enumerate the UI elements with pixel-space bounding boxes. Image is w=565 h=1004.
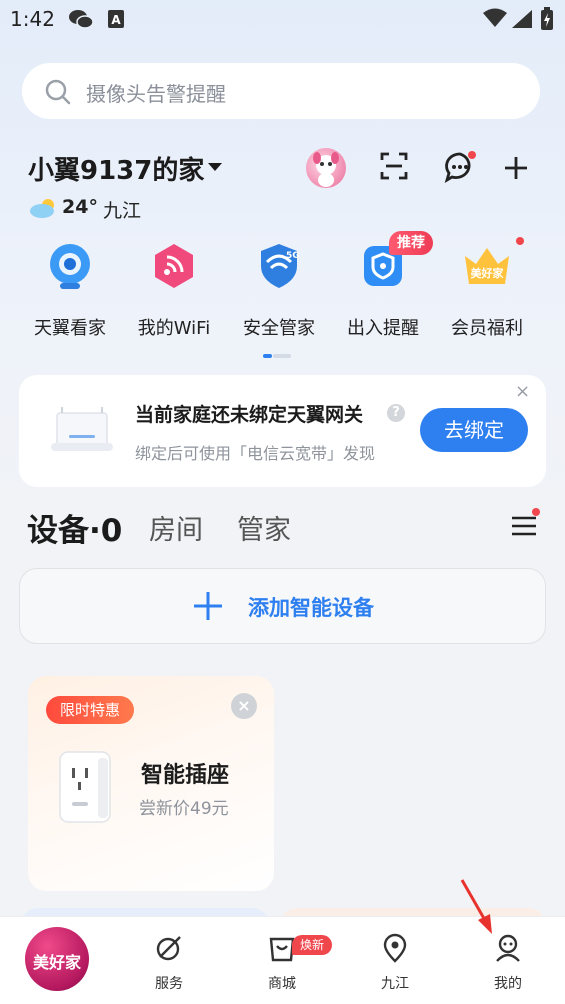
quick-entry-member-benefits[interactable]: 美好家 会员福利 [437,240,537,340]
bind-gateway-card: 当前家庭还未绑定天翼网关 ? 绑定后可使用「电信云宽带」发现 去绑定 × [19,375,546,487]
close-icon[interactable]: × [515,381,530,402]
promo-price: 尝新价49元 [139,799,229,819]
nav-label: 我的 [494,976,522,992]
avatar[interactable] [306,148,346,188]
add-device-label: 添加智能设备 [248,596,374,620]
font-a-icon: A [108,10,124,28]
weather-city[interactable]: 九江 [103,196,141,223]
wifi-tile-icon [155,244,193,288]
menu-icon[interactable] [511,515,537,537]
menu-dot [532,508,540,516]
plus-icon [192,590,224,626]
quick-entry-label: 我的WiFi [137,318,211,339]
status-bar: 1:42 A [0,0,565,40]
mascot-icon [313,152,339,187]
tab-devices[interactable]: 设备·0 [27,505,122,550]
add-icon[interactable] [503,155,529,181]
nav-label: 九江 [381,976,409,992]
svg-text:5G: 5G [286,251,300,261]
nav-label: 服务 [155,976,183,992]
limited-offer-badge: 限时特惠 [46,696,135,724]
crown-logo-text: 美好家 [471,266,505,280]
search-icon [45,79,71,105]
home-name[interactable]: 小翼9137的家 [28,150,204,187]
scan-icon[interactable] [380,151,408,181]
crown-icon: 美好家 [465,248,509,284]
status-time: 1:42 [10,7,55,31]
nav-item-city[interactable]: 九江 [355,933,435,993]
smart-plug-image [59,751,111,823]
profile-icon [496,934,520,962]
tab-rooms[interactable]: 房间 [149,508,203,547]
renew-badge: 焕新 [292,935,333,955]
pointer-arrow-icon [460,879,492,934]
service-icon [156,936,181,961]
add-device-button[interactable]: 添加智能设备 [19,568,546,644]
member-benefits-dot [516,237,524,245]
promo-title: 智能插座 [141,763,230,788]
nav-item-service[interactable]: 服务 [129,933,209,993]
wechat-icon [69,10,94,29]
pager-dot-active [263,354,272,358]
search-placeholder: 摄像头告警提醒 [86,82,226,106]
nav-home-logo[interactable]: 美好家 [25,927,89,991]
quick-entry-label: 天翼看家 [34,318,106,339]
quick-entry-label: 会员福利 [451,318,523,339]
message-unread-dot [468,151,476,159]
quick-entry-label: 安全管家 [243,318,315,339]
search-bar[interactable]: 摄像头告警提醒 [22,63,540,119]
location-pin-icon [383,933,407,963]
bind-button[interactable]: 去绑定 [420,408,528,452]
quick-entry-entry-exit-alert[interactable]: 出入提醒 [333,240,433,340]
shield-5g-icon: 5G [261,244,300,288]
recommend-badge: 推荐 [389,231,433,255]
cloud-weather-icon [30,199,54,218]
quick-entry-my-wifi[interactable]: 我的WiFi [124,240,224,340]
nav-label: 商城 [268,976,296,992]
pager-dot [273,354,291,358]
weather-temp: 24° [62,196,98,218]
quick-entry-label: 出入提醒 [347,318,419,339]
close-icon[interactable]: × [231,693,257,719]
chevron-down-icon[interactable] [208,163,222,171]
quick-entry-tianyi-kanjia[interactable]: 天翼看家 [20,240,120,340]
help-icon[interactable]: ? [387,404,405,422]
router-icon [51,407,113,451]
wifi-icon [483,8,507,27]
nav-item-mine[interactable]: 我的 [468,933,548,993]
camera-icon [50,244,90,289]
nav-logo-text: 美好家 [32,953,81,972]
signal-icon [512,10,532,28]
battery-charging-icon [541,7,553,30]
bind-card-title: 当前家庭还未绑定天翼网关 [135,404,364,426]
promo-card-smart-plug[interactable]: 限时特惠 × 智能插座 尝新价49元 [28,676,274,891]
svg-text:A: A [111,13,121,27]
bind-card-subtitle: 绑定后可使用「电信云宽带」发现 [135,444,376,463]
quick-entry-security[interactable]: 5G 安全管家 [229,240,329,340]
tab-butler[interactable]: 管家 [237,508,291,547]
